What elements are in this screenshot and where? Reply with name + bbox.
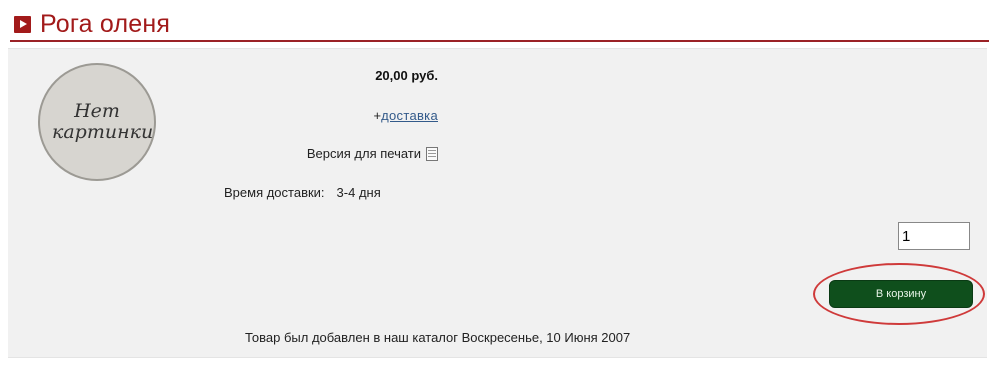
print-version-row[interactable]: Версия для печати [307, 146, 438, 161]
page-title: Рога оленя [40, 10, 171, 38]
add-to-cart-button[interactable]: В корзину [829, 280, 973, 308]
delivery-prefix: + [373, 108, 382, 123]
catalog-added-note: Товар был добавлен в наш каталог Воскрес… [245, 330, 631, 345]
quantity-input[interactable] [898, 222, 970, 250]
delivery-link[interactable]: доставка [381, 108, 438, 123]
page-header: Рога оленя [10, 6, 989, 42]
product-image-placeholder: Нет картинки [38, 63, 156, 181]
product-price: 20,00 руб. [375, 68, 438, 83]
play-arrow-icon [14, 16, 31, 33]
no-image-label: Нет картинки [52, 100, 154, 143]
delivery-row: +доставка [374, 108, 438, 123]
delivery-time-value: 3-4 дня [336, 185, 381, 200]
print-icon[interactable] [426, 146, 438, 161]
delivery-time-row: Время доставки: 3-4 дня [224, 185, 381, 200]
print-version-label[interactable]: Версия для печати [307, 146, 421, 161]
delivery-time-label: Время доставки: [224, 185, 325, 200]
product-panel [8, 48, 987, 358]
